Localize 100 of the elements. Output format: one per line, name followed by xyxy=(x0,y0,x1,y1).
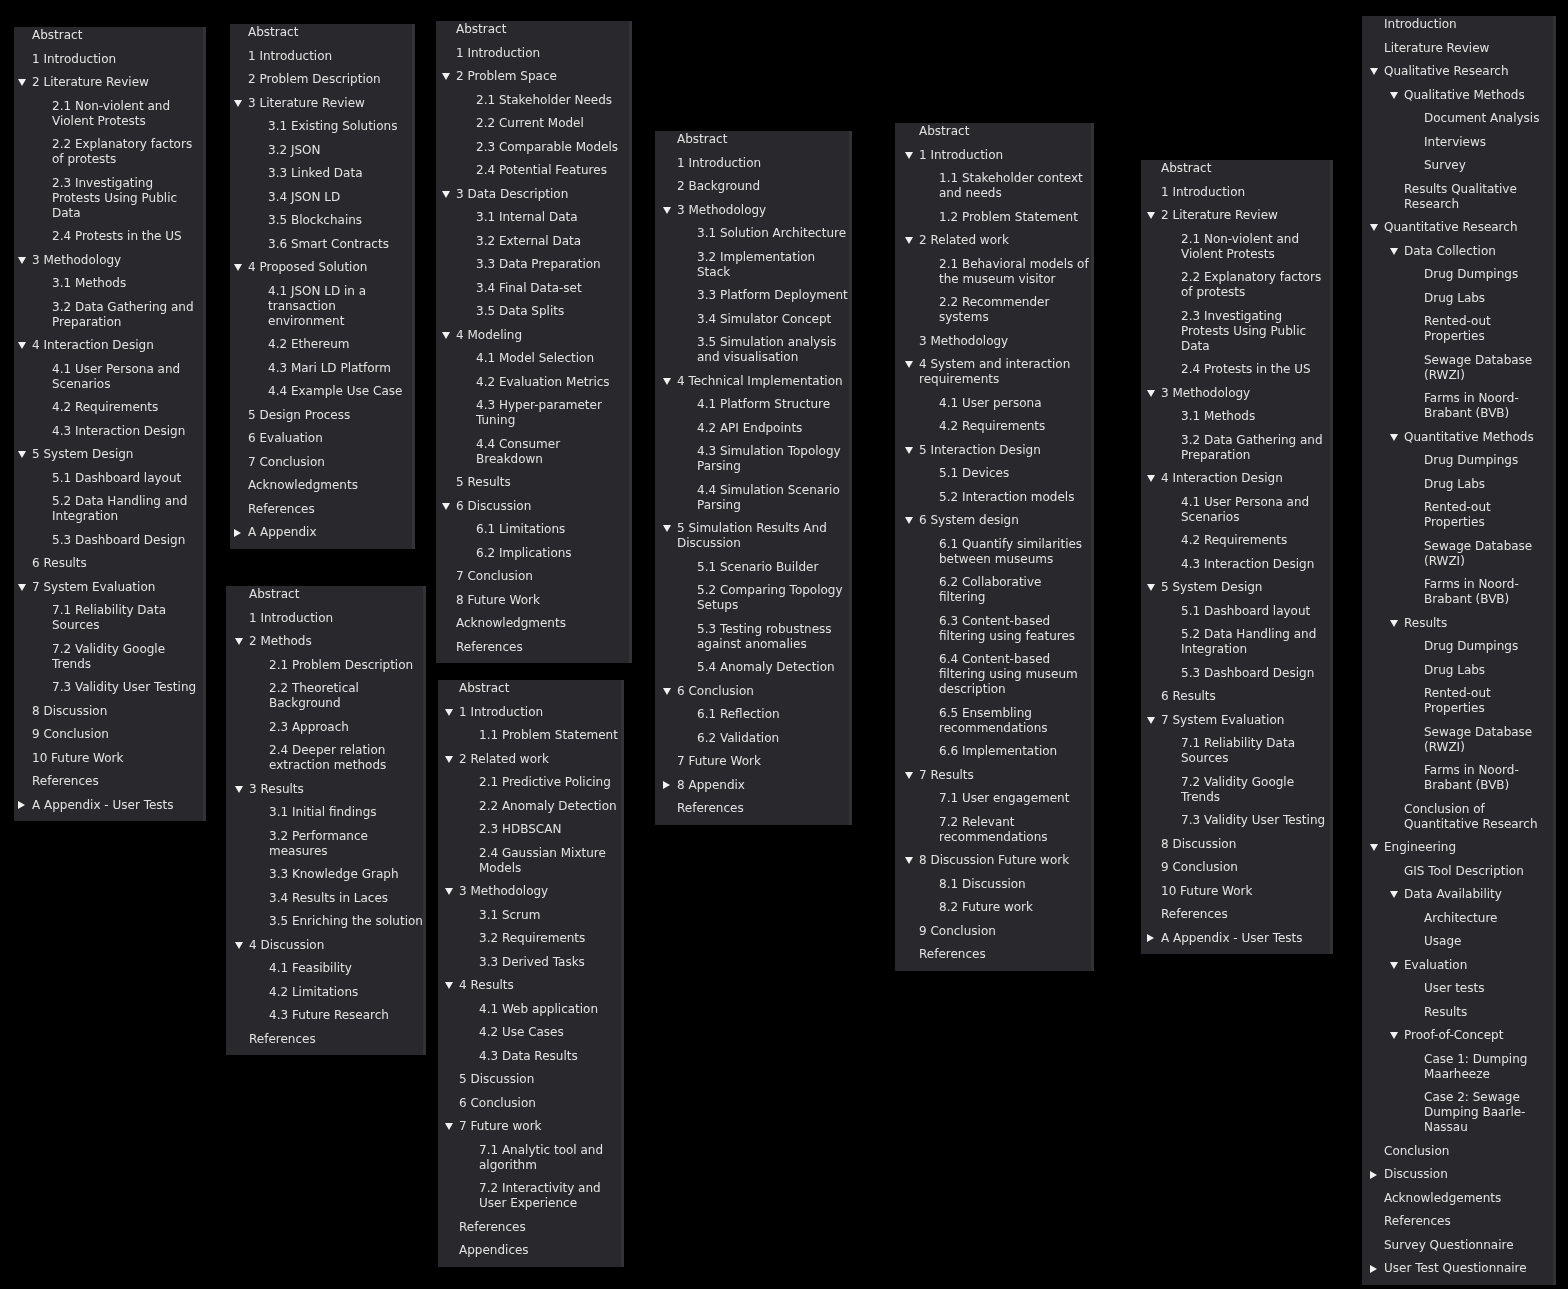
disclosure-triangle-icon[interactable] xyxy=(1147,389,1155,397)
toc-entry[interactable]: Quantitative Research xyxy=(1384,220,1553,235)
toc-entry[interactable]: 6 Conclusion xyxy=(459,1095,621,1111)
toc-entry[interactable]: 2.4 Protests in the US xyxy=(1181,362,1330,377)
disclosure-triangle-icon[interactable] xyxy=(18,79,26,86)
toc-entry[interactable]: 5 System Design xyxy=(1161,580,1330,595)
toc-entry[interactable]: 7 System Evaluation xyxy=(32,579,203,595)
toc-entry[interactable]: 1 Introduction xyxy=(248,48,412,64)
toc-entry[interactable]: 8 Discussion xyxy=(1161,836,1330,852)
toc-entry[interactable]: 3.2 Requirements xyxy=(479,931,621,946)
toc-entry[interactable]: References xyxy=(677,801,849,816)
toc-entry[interactable]: 3.5 Enriching the solution xyxy=(269,914,423,929)
disclosure-triangle-icon[interactable] xyxy=(442,73,450,80)
disclosure-triangle-icon[interactable] xyxy=(663,525,671,532)
toc-entry[interactable]: 8.2 Future work xyxy=(939,900,1091,915)
toc-entry[interactable]: Discussion xyxy=(1384,1167,1553,1182)
toc-entry[interactable]: 2.1 Non-violent and Violent Protests xyxy=(52,98,203,129)
toc-entry[interactable]: 3.1 Methods xyxy=(52,276,203,291)
toc-entry[interactable]: 3.2 Implementation Stack xyxy=(697,249,849,280)
toc-entry[interactable]: Acknowledgments xyxy=(456,616,629,631)
toc-entry[interactable]: 7.2 Relevant recommendations xyxy=(939,814,1091,845)
toc-entry[interactable]: 6.4 Content-based filtering using museum description xyxy=(939,652,1091,697)
toc-entry[interactable]: 6.1 Limitations xyxy=(476,522,629,537)
toc-entry[interactable]: 4 Interaction Design xyxy=(32,338,203,353)
toc-entry[interactable]: 7 Future Work xyxy=(677,754,849,769)
toc-entry[interactable]: Data Collection xyxy=(1404,243,1553,259)
toc-entry[interactable]: References xyxy=(456,639,629,655)
toc-entry[interactable]: Rented-out Properties xyxy=(1424,500,1553,530)
toc-entry[interactable]: 7.1 Reliability Data Sources xyxy=(1181,736,1330,766)
toc-entry[interactable]: 2.3 Approach xyxy=(269,719,423,735)
toc-entry[interactable]: 3.3 Data Preparation xyxy=(476,257,629,272)
toc-entry[interactable]: 7.3 Validity User Testing xyxy=(1181,813,1330,828)
toc-entry[interactable]: 4.1 Feasibility xyxy=(269,961,423,976)
toc-entry[interactable]: Rented-out Properties xyxy=(1424,314,1553,344)
disclosure-triangle-icon[interactable] xyxy=(1390,247,1398,255)
toc-entry[interactable]: 6 Results xyxy=(32,556,203,571)
toc-entry[interactable]: 4 Interaction Design xyxy=(1161,471,1330,486)
toc-entry[interactable]: Case 2: Sewage Dumping Baarle-Nassau xyxy=(1424,1090,1553,1135)
toc-entry[interactable]: 4.2 Limitations xyxy=(269,984,423,1000)
toc-entry[interactable]: Data Availability xyxy=(1404,887,1553,902)
disclosure-triangle-icon[interactable] xyxy=(1147,934,1154,942)
disclosure-triangle-icon[interactable] xyxy=(18,342,26,349)
toc-entry[interactable]: 5 Interaction Design xyxy=(919,442,1091,458)
toc-entry[interactable]: 2.3 Comparable Models xyxy=(476,139,629,155)
disclosure-triangle-icon[interactable] xyxy=(445,1123,453,1130)
toc-entry[interactable]: 1.1 Stakeholder context and needs xyxy=(939,171,1091,201)
toc-entry[interactable]: 5.1 Dashboard layout xyxy=(52,470,203,486)
toc-entry[interactable]: 4.4 Example Use Case xyxy=(268,384,412,399)
toc-entry[interactable]: 2 Background xyxy=(677,179,849,194)
toc-entry[interactable]: 2.1 Non-violent and Violent Protests xyxy=(1181,231,1330,262)
toc-entry[interactable]: 5.1 Dashboard layout xyxy=(1181,603,1330,619)
toc-entry[interactable]: 2.3 HDBSCAN xyxy=(479,822,621,837)
toc-entry[interactable]: 9 Conclusion xyxy=(32,727,203,742)
toc-entry[interactable]: Appendices xyxy=(459,1243,621,1258)
toc-entry[interactable]: 6 System design xyxy=(919,513,1091,528)
toc-entry[interactable]: 4.1 Platform Structure xyxy=(697,397,849,412)
toc-entry[interactable]: User tests xyxy=(1424,981,1553,996)
toc-entry[interactable]: 6.1 Reflection xyxy=(697,707,849,722)
toc-entry[interactable]: 2 Methods xyxy=(249,634,423,649)
toc-entry[interactable]: 2.3 Investigating Protests Using Public Data xyxy=(52,175,203,221)
disclosure-triangle-icon[interactable] xyxy=(1370,844,1378,851)
toc-entry[interactable]: References xyxy=(919,947,1091,962)
toc-entry[interactable]: 4.3 Interaction Design xyxy=(1181,556,1330,572)
toc-entry[interactable]: 9 Conclusion xyxy=(919,923,1091,939)
toc-entry[interactable]: Document Analysis xyxy=(1424,111,1553,126)
toc-entry[interactable]: 4 Results xyxy=(459,978,621,993)
toc-entry[interactable]: 8 Future Work xyxy=(456,592,629,608)
toc-entry[interactable]: 3.2 JSON xyxy=(268,142,412,158)
toc-entry[interactable]: 6.2 Collaborative filtering xyxy=(939,575,1091,605)
toc-entry[interactable]: 6 Results xyxy=(1161,689,1330,704)
toc-entry[interactable]: 6 Discussion xyxy=(456,498,629,514)
toc-entry[interactable]: Drug Labs xyxy=(1424,662,1553,678)
disclosure-triangle-icon[interactable] xyxy=(442,331,450,339)
toc-entry[interactable]: 10 Future Work xyxy=(1161,883,1330,899)
toc-entry[interactable]: 3 Data Description xyxy=(456,186,629,202)
toc-entry[interactable]: Drug Dumpings xyxy=(1424,639,1553,654)
disclosure-triangle-icon[interactable] xyxy=(445,708,453,716)
toc-entry[interactable]: Introduction xyxy=(1384,17,1553,32)
toc-entry[interactable]: Literature Review xyxy=(1384,40,1553,56)
toc-entry[interactable]: 4.3 Simulation Topology Parsing xyxy=(697,444,849,474)
toc-entry[interactable]: Architecture xyxy=(1424,910,1553,926)
toc-entry[interactable]: User Test Questionnaire xyxy=(1384,1261,1553,1276)
toc-entry[interactable]: Results Qualitative Research xyxy=(1404,181,1553,212)
toc-entry[interactable]: Acknowledgments xyxy=(248,478,412,493)
disclosure-triangle-icon[interactable] xyxy=(1147,584,1155,591)
toc-entry[interactable]: 3.3 Linked Data xyxy=(268,166,412,181)
toc-entry[interactable]: References xyxy=(248,501,412,517)
toc-entry[interactable]: 5 Discussion xyxy=(459,1072,621,1087)
toc-entry[interactable]: 5 Results xyxy=(456,475,629,490)
disclosure-triangle-icon[interactable] xyxy=(235,638,243,645)
toc-entry[interactable]: 4.2 Requirements xyxy=(939,419,1091,434)
toc-entry[interactable]: Acknowledgements xyxy=(1384,1190,1553,1206)
toc-entry[interactable]: 5.4 Anomaly Detection xyxy=(697,660,849,675)
toc-entry[interactable]: 4.2 Evaluation Metrics xyxy=(476,374,629,390)
toc-entry[interactable]: 5.3 Testing robustness against anomalies xyxy=(697,621,849,652)
toc-entry[interactable]: 4.1 JSON LD in a transaction environment xyxy=(268,283,412,329)
toc-entry[interactable]: 1 Introduction xyxy=(1161,184,1330,200)
toc-entry[interactable]: Rented-out Properties xyxy=(1424,686,1553,716)
disclosure-triangle-icon[interactable] xyxy=(445,755,453,763)
toc-entry[interactable]: Farms in Noord-Brabant (BVB) xyxy=(1424,763,1553,793)
